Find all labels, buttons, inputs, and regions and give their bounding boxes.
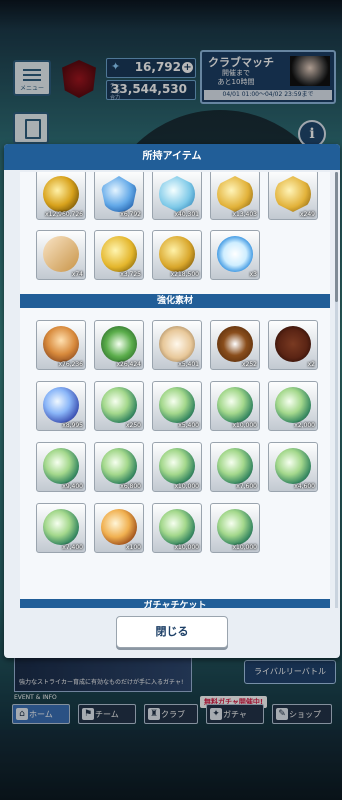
item-slot[interactable]: x10,000 bbox=[210, 381, 260, 431]
scrollbar-thumb[interactable] bbox=[335, 172, 338, 302]
item-slot[interactable]: x7,400 bbox=[36, 503, 86, 553]
item-count: x2 bbox=[307, 361, 315, 368]
item-count: x12,960,726 bbox=[45, 211, 83, 218]
item-icon bbox=[101, 326, 137, 362]
modal-title: 所持アイテム bbox=[4, 144, 340, 170]
item-slot[interactable]: x2,000 bbox=[268, 381, 318, 431]
item-icon bbox=[275, 176, 311, 212]
item-slot[interactable]: x6,792 bbox=[94, 172, 144, 220]
item-slot[interactable]: x7,600 bbox=[210, 442, 260, 492]
item-count: x252 bbox=[241, 361, 257, 368]
item-icon bbox=[101, 509, 137, 545]
item-count: x10,000 bbox=[232, 422, 257, 429]
item-icon bbox=[159, 448, 195, 484]
item-slot[interactable]: x250 bbox=[94, 381, 144, 431]
scrollbar[interactable] bbox=[335, 172, 338, 608]
item-count: x6,800 bbox=[120, 483, 141, 490]
item-slot[interactable]: x26,424 bbox=[94, 320, 144, 370]
item-icon bbox=[101, 387, 137, 423]
item-slot[interactable]: x10,000 bbox=[152, 442, 202, 492]
section-header-gacha: ガチャチケット bbox=[20, 599, 330, 608]
item-icon bbox=[43, 509, 79, 545]
item-slot[interactable]: x10,000 bbox=[152, 503, 202, 553]
item-count: x10,000 bbox=[174, 483, 199, 490]
item-icon bbox=[217, 326, 253, 362]
item-icon bbox=[217, 176, 253, 212]
item-icon bbox=[275, 326, 311, 362]
item-count: x40,301 bbox=[174, 211, 199, 218]
close-button[interactable]: 閉じる bbox=[116, 616, 228, 648]
item-slot[interactable]: x76,236 bbox=[36, 320, 86, 370]
item-slot[interactable]: x12,960,726 bbox=[36, 172, 86, 220]
item-icon bbox=[275, 448, 311, 484]
items-scroll-area[interactable]: 強化素材 ガチャチケット x12,960,726 x6,792 x40,301 x13… bbox=[20, 172, 330, 608]
item-count: x13,403 bbox=[232, 211, 257, 218]
items-modal: 所持アイテム 強化素材 ガチャチケット x12,960,726 x6,792 x40… bbox=[4, 144, 340, 658]
item-count: x7,600 bbox=[236, 483, 257, 490]
item-icon bbox=[43, 387, 79, 423]
item-icon bbox=[43, 236, 79, 272]
item-slot[interactable]: x5,400 bbox=[152, 381, 202, 431]
item-icon bbox=[159, 176, 195, 212]
item-slot[interactable]: x218,500 bbox=[152, 230, 202, 280]
item-icon bbox=[43, 326, 79, 362]
item-icon bbox=[217, 387, 253, 423]
item-icon bbox=[159, 236, 195, 272]
item-slot[interactable]: x40,301 bbox=[152, 172, 202, 220]
item-icon bbox=[101, 448, 137, 484]
item-icon bbox=[159, 387, 195, 423]
item-icon bbox=[43, 448, 79, 484]
item-count: x6,792 bbox=[120, 211, 141, 218]
item-count: x250 bbox=[125, 422, 141, 429]
item-count: x3,725 bbox=[120, 271, 141, 278]
item-slot[interactable]: x100 bbox=[94, 503, 144, 553]
item-count: x74 bbox=[71, 271, 83, 278]
item-slot[interactable]: x74 bbox=[36, 230, 86, 280]
item-slot[interactable]: x2 bbox=[268, 320, 318, 370]
item-count: x76,236 bbox=[58, 361, 83, 368]
item-icon bbox=[43, 176, 79, 212]
item-slot[interactable]: x3,725 bbox=[94, 230, 144, 280]
item-slot[interactable]: x6,800 bbox=[94, 442, 144, 492]
item-slot[interactable]: x5,401 bbox=[152, 320, 202, 370]
item-icon bbox=[159, 326, 195, 362]
item-slot[interactable]: x9,400 bbox=[36, 442, 86, 492]
item-count: x4,600 bbox=[294, 483, 315, 490]
item-icon bbox=[101, 176, 137, 212]
item-icon bbox=[101, 236, 137, 272]
item-slot[interactable]: x249 bbox=[268, 172, 318, 220]
item-count: x10,000 bbox=[232, 544, 257, 551]
item-count: x10,000 bbox=[174, 544, 199, 551]
item-slot[interactable]: x3 bbox=[210, 230, 260, 280]
item-count: x5,400 bbox=[178, 422, 199, 429]
item-count: x218,500 bbox=[170, 271, 199, 278]
item-icon bbox=[159, 509, 195, 545]
item-count: x26,424 bbox=[116, 361, 141, 368]
item-count: x8,995 bbox=[62, 422, 83, 429]
item-count: x9,400 bbox=[62, 483, 83, 490]
item-icon bbox=[217, 236, 253, 272]
item-slot[interactable]: x10,000 bbox=[210, 503, 260, 553]
item-count: x249 bbox=[299, 211, 315, 218]
item-icon bbox=[217, 448, 253, 484]
item-count: x7,400 bbox=[62, 544, 83, 551]
item-slot[interactable]: x4,600 bbox=[268, 442, 318, 492]
item-count: x3 bbox=[249, 271, 257, 278]
section-header-enhance: 強化素材 bbox=[20, 294, 330, 308]
item-count: x5,401 bbox=[178, 361, 199, 368]
item-icon bbox=[217, 509, 253, 545]
item-icon bbox=[275, 387, 311, 423]
item-slot[interactable]: x13,403 bbox=[210, 172, 260, 220]
item-count: x2,000 bbox=[294, 422, 315, 429]
item-slot[interactable]: x252 bbox=[210, 320, 260, 370]
item-slot[interactable]: x8,995 bbox=[36, 381, 86, 431]
item-count: x100 bbox=[125, 544, 141, 551]
